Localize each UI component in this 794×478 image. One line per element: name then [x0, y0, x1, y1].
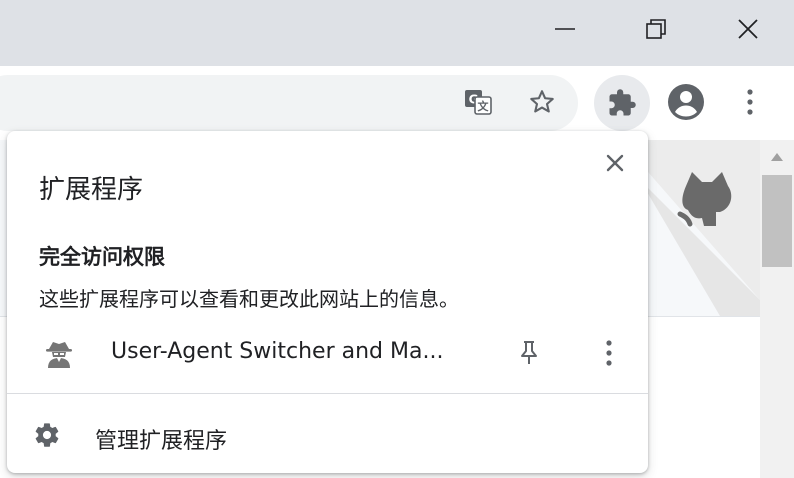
close-icon: [606, 154, 624, 172]
scrollbar-thumb[interactable]: [762, 175, 792, 267]
puzzle-icon: [609, 89, 636, 116]
pin-icon: [521, 341, 537, 364]
minimize-icon: [555, 28, 575, 30]
scroll-up-arrow-icon[interactable]: [770, 152, 784, 162]
more-vertical-icon: [747, 89, 753, 115]
popup-close-button[interactable]: [599, 147, 631, 179]
restore-icon: [646, 19, 666, 39]
account-icon: [668, 84, 704, 120]
extensions-popup: 扩展程序 完全访问权限 这些扩展程序可以查看和更改此网站上的信息。 User-A…: [7, 131, 648, 473]
popup-title: 扩展程序: [39, 175, 144, 205]
star-icon: [530, 90, 554, 113]
full-access-description: 这些扩展程序可以查看和更改此网站上的信息。: [39, 287, 459, 311]
gear-icon: [35, 423, 59, 447]
more-vertical-icon: [606, 340, 612, 366]
minimize-button[interactable]: [542, 0, 588, 58]
bookmark-button[interactable]: [522, 82, 562, 122]
extension-name[interactable]: User-Agent Switcher and Ma...: [111, 339, 443, 364]
title-bar: [0, 0, 794, 66]
manage-extensions-label[interactable]: 管理扩展程序: [95, 423, 227, 455]
restore-button[interactable]: [633, 0, 679, 58]
extensions-button[interactable]: [594, 75, 650, 131]
popup-divider: [7, 393, 648, 394]
octocat-icon: [677, 172, 732, 227]
close-icon: [738, 19, 758, 39]
translate-button[interactable]: G 文: [458, 82, 498, 122]
close-window-button[interactable]: [725, 0, 771, 58]
browser-toolbar: G 文: [0, 66, 794, 140]
spy-agent-icon: [46, 342, 72, 368]
manage-extensions-row[interactable]: 管理扩展程序: [7, 403, 648, 467]
profile-button[interactable]: [666, 82, 706, 122]
extension-more-button[interactable]: [591, 335, 627, 371]
browser-menu-button[interactable]: [730, 82, 770, 122]
full-access-heading: 完全访问权限: [39, 245, 165, 269]
extension-row[interactable]: User-Agent Switcher and Ma...: [7, 325, 648, 381]
pin-extension-button[interactable]: [511, 335, 547, 371]
translate-icon: G 文: [465, 90, 492, 115]
svg-text:文: 文: [478, 99, 490, 113]
